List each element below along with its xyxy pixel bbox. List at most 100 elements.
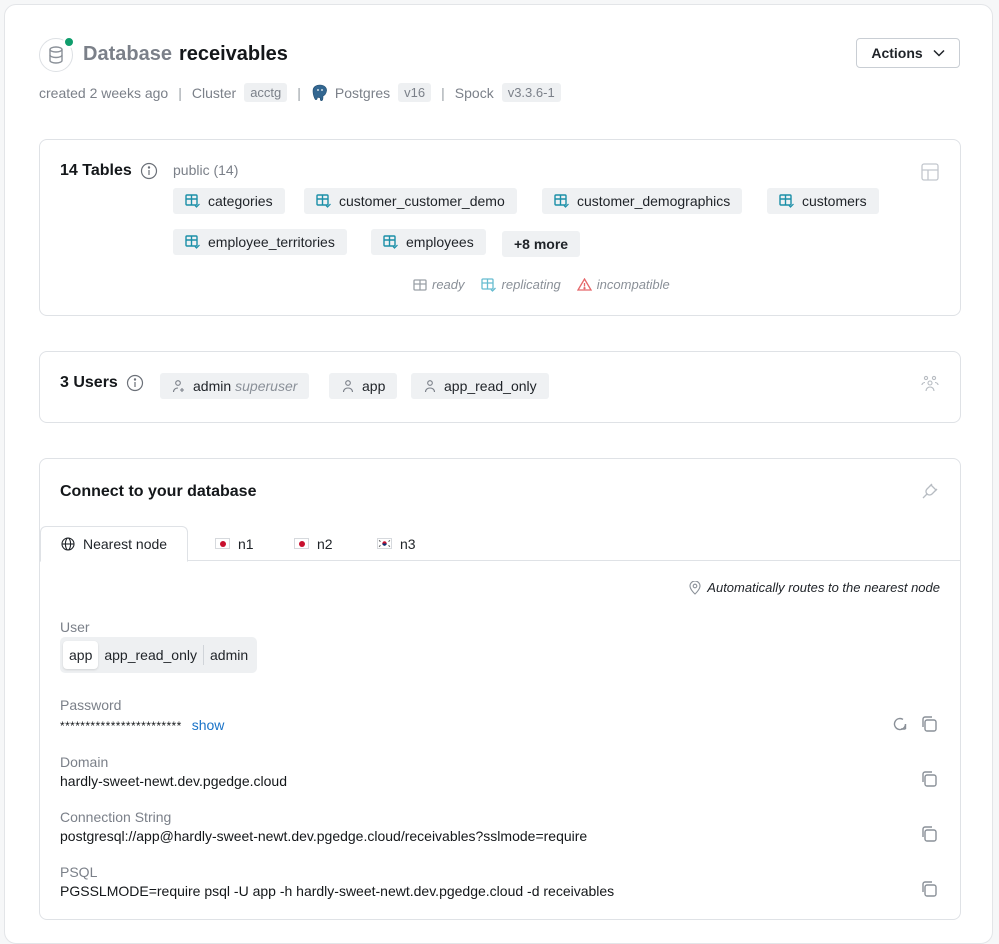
user-name: admin xyxy=(193,378,232,394)
copy-icon xyxy=(922,826,937,842)
separator: | xyxy=(441,84,445,101)
copy-domain-button[interactable] xyxy=(920,770,938,788)
connect-title: Connect to your database xyxy=(60,483,257,500)
table-chip[interactable]: customers xyxy=(767,188,879,214)
table-replicating-icon xyxy=(480,277,496,292)
user-selector: app app_read_only admin xyxy=(60,637,258,673)
postgres-elephant-icon xyxy=(311,84,329,102)
database-name: receivables xyxy=(178,43,288,65)
password-field: ************************ show xyxy=(60,717,224,733)
table-name: categories xyxy=(208,193,273,209)
cluster-label: Cluster xyxy=(191,84,237,101)
users-count: 3 Users xyxy=(60,374,118,391)
password-label: Password xyxy=(60,697,122,713)
refresh-icon xyxy=(893,717,907,731)
legend-ready: ready xyxy=(432,277,465,292)
database-meta: created 2 weeks ago | Cluster acctg | Po… xyxy=(39,83,561,102)
title-kind: Database xyxy=(83,43,172,65)
separator: | xyxy=(178,84,182,101)
table-grid-icon xyxy=(920,162,940,185)
user-option-app-read-only[interactable]: app_read_only xyxy=(98,641,203,669)
legend-replicating: replicating xyxy=(501,277,561,292)
user-option-app[interactable]: app xyxy=(63,641,99,669)
table-replicating-icon xyxy=(554,194,569,208)
table-replicating-icon xyxy=(316,194,331,208)
routing-note-text: Automatically routes to the nearest node xyxy=(707,580,940,595)
table-replicating-icon xyxy=(383,235,398,249)
copy-icon xyxy=(922,771,937,787)
user-name: app xyxy=(362,378,386,394)
table-status-legend: ready replicating incompatible xyxy=(413,277,670,292)
copy-icon xyxy=(922,716,937,732)
table-name: customer_demographics xyxy=(577,193,731,209)
user-chip[interactable]: app xyxy=(329,373,398,399)
copy-icon xyxy=(922,881,937,897)
user-label: User xyxy=(60,619,90,635)
tab-n2[interactable]: n2 xyxy=(274,526,353,561)
created-text: created 2 weeks ago xyxy=(39,84,169,101)
actions-button[interactable]: Actions xyxy=(856,38,960,68)
more-tables-button[interactable]: +8 more xyxy=(502,231,581,257)
tab-label: n3 xyxy=(400,535,416,552)
status-indicator xyxy=(63,36,75,48)
tab-label: n1 xyxy=(238,535,254,552)
user-name: app_read_only xyxy=(444,378,537,394)
regenerate-password-button[interactable] xyxy=(892,716,908,732)
domain-value: hardly-sweet-newt.dev.pgedge.cloud xyxy=(60,773,287,789)
password-value: ************************ xyxy=(60,719,182,733)
legend-incompatible: incompatible xyxy=(596,277,670,292)
tab-n1[interactable]: n1 xyxy=(195,526,274,561)
location-pin-icon xyxy=(689,580,701,595)
connection-string-label: Connection String xyxy=(60,809,172,825)
tables-count: 14 Tables xyxy=(60,162,132,179)
separator: | xyxy=(297,84,301,101)
users-group-icon xyxy=(920,374,940,397)
copy-psql-button[interactable] xyxy=(920,880,938,898)
warning-triangle-icon xyxy=(576,278,592,291)
table-name: customer_customer_demo xyxy=(339,193,505,209)
table-name: employees xyxy=(406,234,474,250)
table-ready-icon xyxy=(413,278,427,291)
routing-note: Automatically routes to the nearest node xyxy=(689,580,940,595)
table-chip[interactable]: customer_customer_demo xyxy=(304,188,517,214)
copy-password-button[interactable] xyxy=(920,715,938,733)
show-password-link[interactable]: show xyxy=(192,717,225,733)
user-role: superuser xyxy=(235,378,298,394)
database-page: Database receivables created 2 weeks ago … xyxy=(4,4,993,944)
user-option-admin[interactable]: admin xyxy=(204,641,254,669)
connection-string-value: postgresql://app@hardly-sweet-newt.dev.p… xyxy=(60,828,588,844)
tab-label: n2 xyxy=(317,535,333,552)
tables-title: 14 Tables xyxy=(60,162,158,180)
table-chip[interactable]: employee_territories xyxy=(173,229,347,255)
user-icon xyxy=(424,380,436,393)
user-chip[interactable]: admin superuser xyxy=(160,373,310,399)
user-admin-icon xyxy=(172,380,184,393)
cluster-badge: acctg xyxy=(244,83,288,102)
node-tabs: Nearest node n1 n2 n3 xyxy=(40,526,960,562)
tab-n3[interactable]: n3 xyxy=(357,526,436,561)
flag-japan-icon xyxy=(215,538,230,549)
connect-card: Connect to your database Nearest node n1… xyxy=(39,458,961,920)
table-chip[interactable]: customer_demographics xyxy=(542,188,743,214)
chevron-down-icon xyxy=(933,49,945,57)
plug-icon xyxy=(920,481,940,504)
database-avatar xyxy=(39,36,75,72)
table-chip[interactable]: categories xyxy=(173,188,285,214)
info-icon[interactable] xyxy=(140,162,158,180)
tab-label: Nearest node xyxy=(83,536,168,552)
table-chip[interactable]: employees xyxy=(371,229,486,255)
page-title: Database receivables xyxy=(83,43,288,66)
table-name: employee_territories xyxy=(208,234,335,250)
engine-label: Postgres xyxy=(334,84,391,101)
table-name: customers xyxy=(802,193,867,209)
schema-label: public (14) xyxy=(173,162,239,178)
copy-connection-string-button[interactable] xyxy=(920,825,938,843)
info-icon[interactable] xyxy=(126,374,144,392)
tables-card: 14 Tables public (14) categories custome… xyxy=(39,139,961,316)
table-replicating-icon xyxy=(185,235,200,249)
user-chip[interactable]: app_read_only xyxy=(411,373,549,399)
domain-label: Domain xyxy=(60,754,109,770)
flag-japan-icon xyxy=(294,538,309,549)
tab-nearest-node[interactable]: Nearest node xyxy=(40,526,189,562)
globe-icon xyxy=(61,537,75,551)
